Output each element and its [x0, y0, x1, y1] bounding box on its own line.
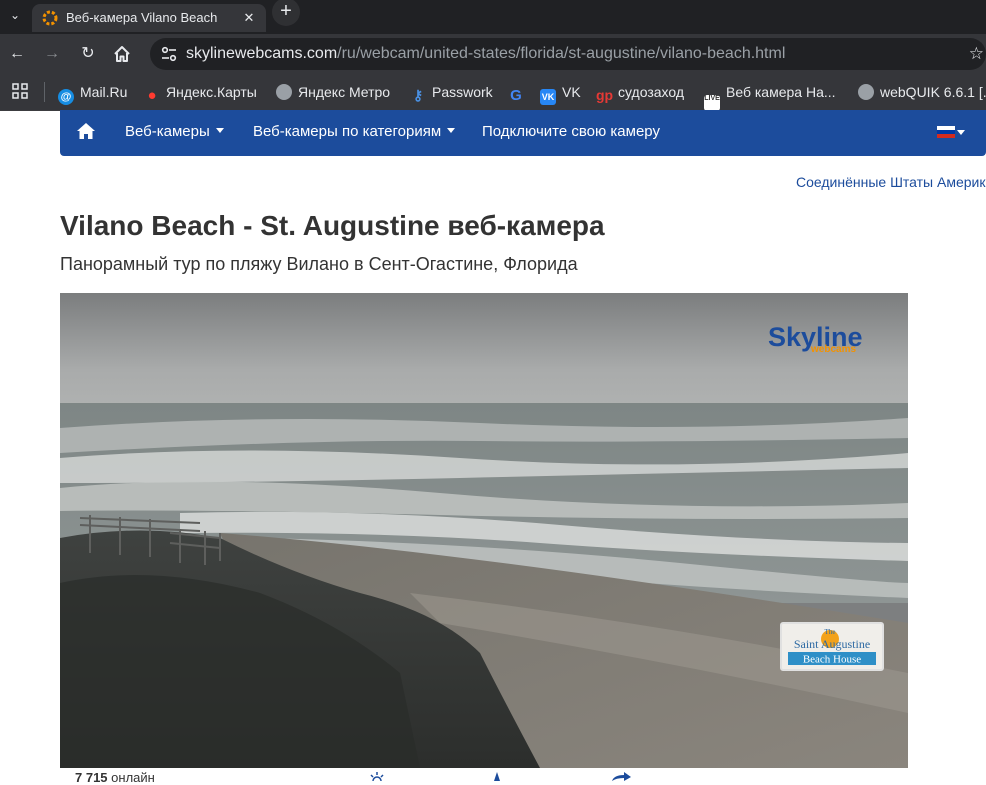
- skyline-brand-sub: webcams: [810, 344, 856, 355]
- caret-down-icon: [215, 128, 224, 133]
- globe-icon: [276, 84, 292, 100]
- bookmark-passwork[interactable]: ⚷ Passwork: [410, 82, 493, 103]
- online-count: 7 715: [75, 770, 108, 785]
- url-text[interactable]: skylinewebcams.com/ru/webcam/united-stat…: [186, 45, 785, 63]
- page-subtitle: Панорамный тур по пляжу Вилано в Сент-Ог…: [60, 254, 578, 274]
- bookmark-label: Яндекс.Карты: [166, 84, 257, 100]
- map-pin-icon: ●: [147, 87, 157, 104]
- google-icon: G: [510, 87, 522, 104]
- apps-grid-icon[interactable]: [12, 83, 28, 99]
- page-title: Vilano Beach - St. Augustine веб-камера: [60, 210, 605, 241]
- bookmark-label: Яндекс Метро: [298, 84, 391, 100]
- new-tab-button[interactable]: +: [272, 0, 300, 26]
- nav-connect-link[interactable]: Подключите свою камеру: [482, 123, 660, 141]
- bookmark-vk[interactable]: VK VK: [540, 82, 581, 105]
- nav-categories-dropdown[interactable]: Веб-камеры по категориям: [253, 123, 456, 141]
- site-info-icon[interactable]: [160, 45, 178, 63]
- online-label: онлайн: [111, 770, 155, 785]
- caret-down-icon: [447, 128, 456, 133]
- bookmark-label: Passwork: [432, 84, 493, 100]
- bookmark-mailru[interactable]: @ Mail.Ru: [58, 82, 128, 105]
- live-icon: LIVE: [704, 95, 720, 111]
- site-navbar: Веб-камеры Веб-камеры по категориям Подк…: [60, 110, 986, 156]
- tab-close-icon[interactable]: ✕: [240, 9, 258, 27]
- beach-scene-image: [60, 293, 908, 768]
- url-path: /ru/webcam/united-states/florida/st-augu…: [337, 45, 786, 62]
- skyline-favicon-icon: [42, 10, 58, 26]
- mailru-icon: @: [58, 89, 74, 105]
- online-counter: 7 715 онлайн: [75, 771, 155, 785]
- home-icon[interactable]: [76, 122, 96, 140]
- caret-down-icon[interactable]: [957, 130, 965, 135]
- sponsor-text-sub: Beach House: [803, 654, 861, 666]
- sponsor-text-name: Saint Augustine: [794, 637, 870, 651]
- nav-webcams-dropdown[interactable]: Веб-камеры: [125, 123, 224, 141]
- timelapse-sun-icon[interactable]: [369, 772, 385, 781]
- sponsor-logo-art: The Saint Augustine Beach House: [788, 628, 876, 666]
- player-info-bar: [60, 768, 986, 781]
- bookmark-yandex-metro[interactable]: Яндекс Метро: [276, 82, 390, 102]
- browser-toolbar: ← → ↻ skylinewebcams.com/ru/webcam/unite…: [0, 34, 986, 74]
- bookmark-sudozakhod[interactable]: gp судозаход: [596, 82, 685, 103]
- sponsor-text-the: The: [825, 628, 836, 636]
- bookmark-webquik[interactable]: webQUIK 6.6.1 [...: [858, 82, 986, 102]
- breadcrumb-country-link[interactable]: Соединённые Штаты Америки: [796, 173, 986, 191]
- tab-search-icon[interactable]: ⌄: [6, 6, 24, 24]
- skyline-webcams-logo: webcams: [810, 344, 856, 355]
- vk-icon: VK: [540, 89, 556, 105]
- bookmark-label: Веб камера На...: [726, 84, 836, 100]
- favorite-star-icon[interactable]: [489, 772, 505, 781]
- bookmarks-bar: @ Mail.Ru ● Яндекс.Карты Яндекс Метро ⚷ Pas…: [0, 74, 986, 111]
- share-arrow-icon[interactable]: [610, 772, 632, 781]
- bookmark-label: Mail.Ru: [80, 84, 128, 100]
- browser-tab[interactable]: Веб-камера Vilano Beach ✕: [32, 4, 266, 32]
- language-flag-icon[interactable]: [937, 126, 955, 138]
- home-icon[interactable]: [112, 44, 132, 64]
- nav-categories-label: Веб-камеры по категориям: [253, 123, 442, 140]
- back-icon[interactable]: ←: [5, 42, 29, 66]
- reload-icon[interactable]: ↻: [76, 42, 100, 66]
- key-icon: ⚷: [412, 87, 424, 103]
- bookmark-label: судозаход: [618, 84, 685, 100]
- sponsor-logo[interactable]: The Saint Augustine Beach House: [780, 622, 884, 671]
- bookmark-yandex-maps[interactable]: ● Яндекс.Карты: [144, 82, 257, 104]
- forward-icon[interactable]: →: [40, 42, 64, 66]
- bookmark-webcam[interactable]: LIVE Веб камера На...: [704, 82, 836, 111]
- bookmark-google[interactable]: G: [508, 82, 530, 104]
- gp-icon: gp: [596, 87, 614, 103]
- url-host: skylinewebcams.com: [186, 45, 338, 62]
- bookmark-label: VK: [562, 84, 581, 100]
- address-bar[interactable]: skylinewebcams.com/ru/webcam/united-stat…: [150, 38, 986, 70]
- browser-tab-strip: ⌄ Веб-камера Vilano Beach ✕ +: [0, 0, 986, 34]
- bookmark-star-icon[interactable]: ☆: [969, 44, 984, 64]
- tab-title: Веб-камера Vilano Beach: [66, 10, 218, 25]
- webcam-video-player[interactable]: [60, 293, 908, 768]
- bookmark-label: webQUIK 6.6.1 [...: [880, 84, 986, 100]
- nav-webcams-label: Веб-камеры: [125, 123, 210, 140]
- globe-icon: [858, 84, 874, 100]
- bookmarks-separator: [44, 82, 45, 102]
